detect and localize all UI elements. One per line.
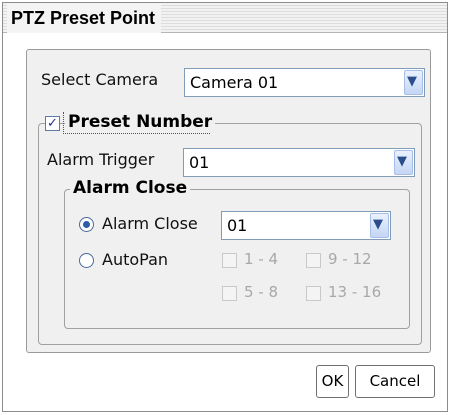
alarm-close-legend: Alarm Close bbox=[70, 178, 191, 198]
autopan-range-1-4-label: 1 - 4 bbox=[244, 250, 279, 268]
check-icon: ✓ bbox=[47, 116, 58, 131]
preset-number-checkbox[interactable]: ✓ bbox=[45, 116, 60, 131]
autopan-range-13-16-checkbox[interactable] bbox=[306, 286, 321, 301]
alarm-close-dropdown-button[interactable]: ▼ bbox=[370, 213, 389, 238]
title-bar[interactable]: PTZ Preset Point bbox=[3, 3, 447, 33]
alarm-close-dropdown[interactable]: 01 ▼ bbox=[221, 211, 391, 240]
select-camera-dropdown[interactable]: Camera 01 ▼ bbox=[184, 68, 425, 97]
settings-panel: Select Camera Camera 01 ▼ ✓ Preset Numbe… bbox=[26, 49, 431, 353]
radio-selected-dot bbox=[83, 221, 90, 228]
ok-button[interactable]: OK bbox=[316, 365, 349, 398]
alarm-close-radio[interactable] bbox=[79, 217, 94, 232]
preset-number-label[interactable]: Preset Number bbox=[65, 112, 216, 132]
alarm-trigger-label: Alarm Trigger bbox=[47, 150, 155, 169]
cancel-button[interactable]: Cancel bbox=[355, 365, 435, 398]
autopan-range-1-4-checkbox[interactable] bbox=[222, 253, 237, 268]
alarm-trigger-dropdown-button[interactable]: ▼ bbox=[394, 150, 413, 175]
alarm-close-radio-label[interactable]: Alarm Close bbox=[102, 214, 198, 233]
chevron-down-icon: ▼ bbox=[407, 74, 417, 89]
select-camera-dropdown-button[interactable]: ▼ bbox=[404, 70, 423, 95]
dialog-title: PTZ Preset Point bbox=[7, 3, 162, 33]
alarm-close-value: 01 bbox=[227, 216, 248, 235]
chevron-down-icon: ▼ bbox=[397, 154, 407, 169]
autopan-range-5-8-label: 5 - 8 bbox=[244, 283, 279, 301]
autopan-range-5-8-checkbox[interactable] bbox=[222, 286, 237, 301]
autopan-range-13-16-label: 13 - 16 bbox=[328, 283, 382, 301]
chevron-down-icon: ▼ bbox=[373, 217, 383, 232]
autopan-radio[interactable] bbox=[79, 253, 94, 268]
alarm-trigger-value: 01 bbox=[189, 153, 210, 172]
autopan-range-9-12-label: 9 - 12 bbox=[328, 250, 372, 268]
select-camera-value: Camera 01 bbox=[190, 73, 279, 92]
alarm-trigger-dropdown[interactable]: 01 ▼ bbox=[183, 148, 415, 177]
ptz-preset-dialog: PTZ Preset Point Select Camera Camera 01… bbox=[2, 2, 448, 412]
autopan-range-9-12-checkbox[interactable] bbox=[306, 253, 321, 268]
autopan-radio-label[interactable]: AutoPan bbox=[102, 250, 168, 269]
preset-number-group: ✓ Preset Number Alarm Trigger 01 ▼ Alarm… bbox=[38, 112, 422, 345]
select-camera-label: Select Camera bbox=[41, 70, 159, 89]
alarm-close-group: Alarm Close Alarm Close 01 ▼ AutoPan 1 -… bbox=[64, 178, 410, 329]
